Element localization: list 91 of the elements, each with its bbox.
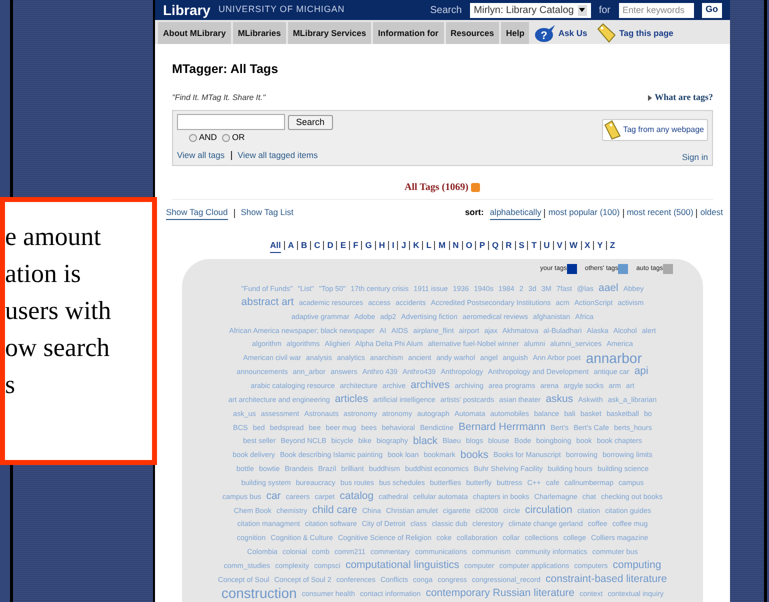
letter-link[interactable]: U [544, 239, 550, 253]
letter-link[interactable]: G [365, 239, 372, 253]
letter-link[interactable]: Y [597, 239, 603, 253]
radio-button[interactable] [189, 134, 197, 142]
tagline: "Find It. MTag It. Share It." [172, 92, 266, 104]
sort-label: sort: [464, 206, 484, 220]
tag-link[interactable]: abstract art [241, 297, 294, 308]
letter-link[interactable]: All [270, 239, 281, 253]
tag-link[interactable]: contemporary Russian literature [426, 588, 575, 598]
letter-link[interactable]: N [452, 239, 459, 253]
tag-link[interactable]: circulation [525, 504, 572, 516]
tag-link[interactable]: car [266, 491, 281, 502]
letter-link[interactable]: Q [492, 239, 499, 253]
radio-option[interactable]: AND [189, 131, 217, 144]
tag-link[interactable]: child care [312, 504, 358, 516]
catalog-select[interactable]: Mirlyn: Library Catalog [470, 2, 591, 18]
all-tags-heading: All Tags (1069) [404, 181, 468, 196]
tag-label-icon [595, 23, 618, 43]
view-link[interactable]: View all tags [177, 149, 225, 162]
tag-link[interactable]: annarbor [586, 350, 642, 365]
sign-in-link[interactable]: Sign in [682, 150, 708, 164]
tag-webpage-button[interactable]: Tag from any webpage [602, 119, 708, 142]
tag-search-field[interactable] [177, 114, 285, 130]
tag-link[interactable]: computational linguistics [345, 560, 460, 571]
search-button[interactable]: Search [288, 114, 333, 130]
page-title: MTagger: All Tags [172, 61, 280, 78]
radio-button[interactable] [222, 134, 230, 142]
tag-link[interactable]: books [460, 450, 488, 460]
view-toggle-link[interactable]: Show Tag List [240, 206, 294, 220]
letter-link[interactable]: A [288, 239, 294, 253]
nav-tab[interactable]: MLibrary Services [288, 22, 372, 44]
nav-tab[interactable]: About MLibrary [158, 22, 231, 44]
letter-link[interactable]: L [426, 239, 432, 253]
tag-link[interactable]: construction [221, 586, 297, 600]
letter-link[interactable]: X [584, 239, 590, 253]
callout-text-line: s [5, 369, 16, 401]
nav-tab[interactable]: Resources [446, 22, 499, 44]
letter-link[interactable]: P [479, 239, 486, 253]
sort-option[interactable]: alphabetically [490, 206, 542, 220]
ask-us-link[interactable]: ? Ask Us [531, 22, 590, 44]
sort-option[interactable]: oldest [700, 206, 723, 220]
tag-link[interactable]: catalog [340, 491, 374, 502]
letter-link[interactable]: K [413, 239, 420, 253]
what-are-tags-link[interactable]: What are tags? [648, 90, 713, 104]
tag-link[interactable]: Bernard Herrmann [458, 422, 546, 432]
letter-link[interactable]: T [531, 239, 537, 253]
go-button[interactable]: Go [702, 2, 722, 18]
letter-link[interactable]: I [392, 239, 394, 253]
callout-text-line: users with [5, 295, 112, 327]
letter-link[interactable]: W [569, 239, 578, 253]
letter-link[interactable]: Z [610, 239, 616, 253]
tag-link[interactable]: articles [334, 394, 368, 405]
callout-text-line: ation is [5, 258, 82, 290]
nav-tab[interactable]: MLibraries [232, 22, 286, 44]
view-link[interactable]: View all tagged items [238, 149, 318, 162]
rss-feed-icon[interactable] [471, 183, 480, 192]
nav-tab[interactable]: Information for [373, 22, 444, 44]
view-toggle-link[interactable]: Show Tag Cloud [166, 206, 228, 220]
university-name: UNIVERSITY OF MICHIGAN [218, 3, 345, 16]
tag-link[interactable]: constraint-based literature [546, 574, 667, 585]
tag-label-icon [603, 120, 622, 140]
letter-link[interactable]: D [327, 239, 334, 253]
search-label: Search [430, 4, 462, 18]
letter-link[interactable]: F [353, 239, 358, 253]
letter-link[interactable]: O [466, 239, 472, 253]
callout-text-line: e amount [5, 221, 102, 253]
callout-text-line: ow search [5, 332, 111, 364]
tag-page-link[interactable]: Tag this page [592, 22, 676, 44]
sort-option[interactable]: most recent (500) [626, 206, 694, 220]
letter-link[interactable]: M [438, 239, 446, 253]
radio-option[interactable]: OR [222, 131, 245, 144]
letter-link[interactable]: V [556, 239, 562, 253]
letter-link[interactable]: S [518, 239, 524, 253]
triangle-icon [648, 94, 652, 100]
letter-link[interactable]: R [506, 239, 512, 253]
tag-link[interactable]: black [413, 436, 438, 446]
nav-tab[interactable]: Help [500, 22, 530, 44]
keyword-field[interactable]: Enter keywords [618, 2, 694, 18]
letter-link[interactable]: J [401, 239, 406, 253]
letter-link[interactable]: B [300, 239, 308, 253]
tag-link[interactable]: askus [546, 394, 574, 405]
letter-link[interactable]: E [340, 239, 346, 253]
logo-text: Library [163, 0, 210, 20]
letter-link[interactable]: H [378, 239, 386, 253]
tag-link[interactable]: api [634, 366, 648, 377]
tag-link[interactable]: computing [612, 560, 662, 571]
sort-option[interactable]: most popular (100) [548, 206, 620, 220]
letter-link[interactable]: C [314, 239, 320, 253]
tag-link[interactable]: aael [598, 283, 618, 294]
tag-link[interactable]: archives [410, 380, 450, 391]
for-label: for [598, 4, 610, 18]
